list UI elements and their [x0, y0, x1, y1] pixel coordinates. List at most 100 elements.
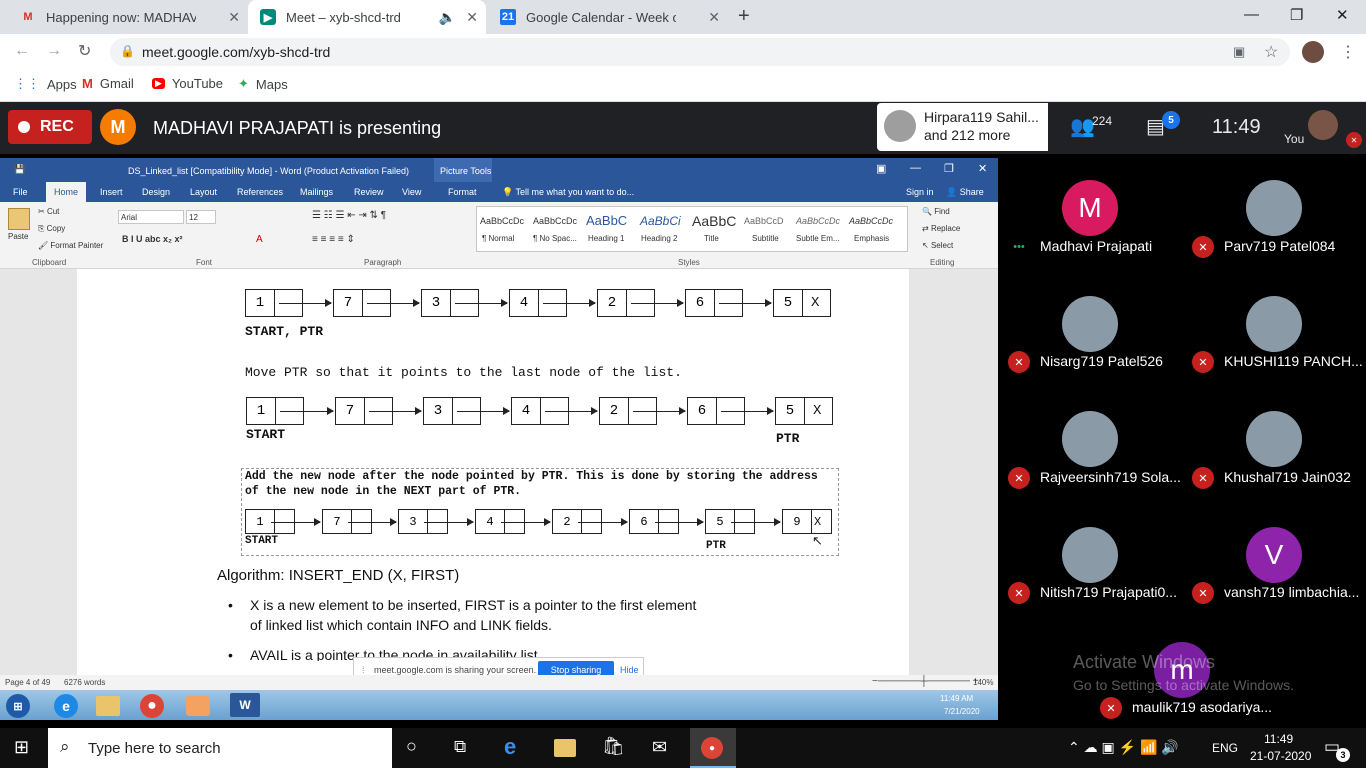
- participant-name: Nisarg719 Patel526: [1040, 353, 1163, 369]
- drag-handle-icon[interactable]: ⁞: [362, 665, 365, 675]
- camera-blocked-icon[interactable]: ▣: [1233, 44, 1245, 60]
- list-icons: ☰ ☷ ☰ ⇤ ⇥ ⇅ ¶: [312, 210, 387, 221]
- store-icon[interactable]: 🛍: [602, 736, 625, 757]
- task-view-icon[interactable]: ⧉: [454, 737, 466, 757]
- participant-name: maulik719 asodariya...: [1132, 699, 1273, 715]
- people-count: 224: [1092, 114, 1113, 128]
- menu-icon[interactable]: ⋮: [1340, 42, 1356, 62]
- gmail-icon: M: [23, 11, 33, 23]
- participant-name: Madhavi Prajapati: [1040, 238, 1153, 254]
- close-icon[interactable]: ✕: [466, 9, 478, 26]
- tell-me-box: 💡 Tell me what you want to do...: [502, 187, 635, 197]
- close-window-button[interactable]: ✕: [1336, 6, 1349, 24]
- zoom-slider: −──────┼────── +: [872, 676, 979, 687]
- record-dot-icon: [18, 121, 30, 133]
- speaker-icon[interactable]: 🔈: [439, 9, 456, 26]
- bookmark-apps[interactable]: ⋮⋮ Apps: [14, 76, 77, 92]
- participant-avatar: [1246, 411, 1302, 467]
- word-ribbon: Paste ✂ Cut ⎘ Copy 🖌 Format Painter Clip…: [0, 202, 998, 269]
- edge-icon[interactable]: e: [504, 734, 516, 760]
- node-value: 3: [422, 290, 451, 316]
- node-value: 2: [598, 290, 627, 316]
- folder-icon: [96, 696, 120, 716]
- mail-icon[interactable]: ✉: [652, 737, 667, 758]
- participant-name: Parv719 Patel084: [1224, 238, 1336, 254]
- forward-icon[interactable]: →: [46, 42, 62, 60]
- bullet-dot-icon: •: [228, 597, 233, 613]
- participant-name: Rajveersinh719 Sola...: [1040, 469, 1181, 485]
- participant-name: Nitish719 Prajapati0...: [1040, 584, 1177, 600]
- mic-off-icon: ✕: [1100, 697, 1122, 719]
- language-indicator[interactable]: ENG: [1212, 741, 1238, 755]
- mouse-cursor-icon: ↖: [812, 533, 823, 548]
- node-value: 1: [247, 398, 276, 424]
- move-ptr-text: Move PTR so that it points to the last n…: [245, 365, 682, 380]
- restore-button[interactable]: ❐: [1290, 6, 1303, 24]
- close-icon[interactable]: ✕: [228, 9, 240, 26]
- meet-clock: 11:49: [1212, 116, 1261, 138]
- bullet-dot-icon: •: [228, 647, 233, 663]
- calendar-icon: 21: [500, 9, 516, 25]
- bullet1-line2: of linked list which contain INFO and LI…: [250, 617, 552, 633]
- participant-chip-avatar: [884, 110, 916, 142]
- node-arrow: [631, 299, 684, 307]
- bullet1-line1: X is a new element to be inserted, FIRST…: [250, 597, 697, 613]
- new-tab-button[interactable]: +: [738, 5, 750, 28]
- node-value: 5: [776, 398, 805, 424]
- activation-watermark-sub: Go to Settings to activate Windows.: [1073, 677, 1294, 693]
- windows-start-icon[interactable]: ⊞: [14, 737, 29, 758]
- save-icon: 💾: [14, 164, 26, 174]
- taskbar-time[interactable]: 11:49: [1264, 732, 1293, 746]
- mic-off-icon: ✕: [1346, 132, 1362, 148]
- speaking-indicator-icon: •••: [1013, 241, 1025, 253]
- mic-off-icon: ✕: [1008, 351, 1030, 373]
- caption-start-ptr: START, PTR: [245, 324, 324, 339]
- minimize-button[interactable]: —: [1244, 6, 1259, 23]
- search-icon: ⌕: [60, 737, 70, 756]
- paste-icon: [8, 208, 30, 230]
- null-marker: X: [811, 295, 820, 311]
- node-arrow: [279, 299, 332, 307]
- mic-off-icon: ✕: [1192, 236, 1214, 258]
- bold-icon: B I U abc x₂ x²: [122, 234, 183, 244]
- mic-off-icon: ✕: [1192, 351, 1214, 373]
- minimize-icon: —: [910, 162, 921, 174]
- participant-avatar: [1062, 527, 1118, 583]
- picture-tools-label: Picture Tools: [434, 158, 492, 182]
- node-arrow: [455, 299, 508, 307]
- close-icon[interactable]: ✕: [708, 9, 720, 26]
- participant-name: KHUSHI119 PANCH...: [1224, 353, 1363, 369]
- participant-avatar: M: [1062, 180, 1118, 236]
- self-avatar[interactable]: [1308, 110, 1338, 140]
- profile-avatar[interactable]: [1302, 41, 1324, 63]
- font-name-box: Arial: [118, 210, 184, 224]
- chrome-icon: ●: [140, 694, 164, 718]
- participant-name: Khushal719 Jain032: [1224, 469, 1351, 485]
- reload-icon[interactable]: ↻: [78, 41, 91, 61]
- taskbar-date[interactable]: 21-07-2020: [1250, 749, 1311, 763]
- file-explorer-icon[interactable]: [554, 739, 576, 757]
- tray-icons[interactable]: ⌃ ☁ ▣ ⚡ 📶 🔊: [1068, 739, 1179, 756]
- bookmark-youtube[interactable]: ▶ YouTube: [152, 76, 223, 91]
- address-bar[interactable]: meet.google.com/xyb-shcd-trd: [110, 38, 1290, 66]
- participant-avatar: [1246, 180, 1302, 236]
- bookmark-maps[interactable]: ✦ Maps: [238, 76, 288, 92]
- node-arrow: [280, 407, 334, 415]
- media-player-icon: [186, 696, 210, 716]
- taskbar-search-box[interactable]: Type here to search: [48, 728, 392, 768]
- tab-calendar[interactable]: 21Google Calendar - Week of 19 Ju✕: [488, 0, 728, 34]
- hide-button[interactable]: Hide: [620, 665, 639, 675]
- word-status-bar: Page 4 of 49 6276 words −──────┼────── +…: [0, 675, 998, 690]
- node-value: 5: [774, 290, 803, 316]
- bookmark-gmail[interactable]: M Gmail: [82, 76, 134, 91]
- lock-icon[interactable]: 🔒: [120, 44, 135, 58]
- node-arrow: [543, 299, 596, 307]
- star-icon[interactable]: ☆: [1264, 42, 1278, 62]
- cortana-icon[interactable]: ○: [406, 736, 417, 757]
- tab-meet[interactable]: ▶ Meet – xyb-shcd-trd 🔈 ✕: [248, 0, 486, 34]
- back-icon[interactable]: ←: [14, 42, 30, 60]
- font-color-icon: A: [256, 234, 263, 245]
- tab-gmail[interactable]: MHappening now: MADHAVI PRAJ✕: [8, 0, 248, 34]
- word-ribbon-tabs: File Home Insert Design Layout Reference…: [0, 182, 998, 202]
- notification-badge: 3: [1336, 748, 1350, 762]
